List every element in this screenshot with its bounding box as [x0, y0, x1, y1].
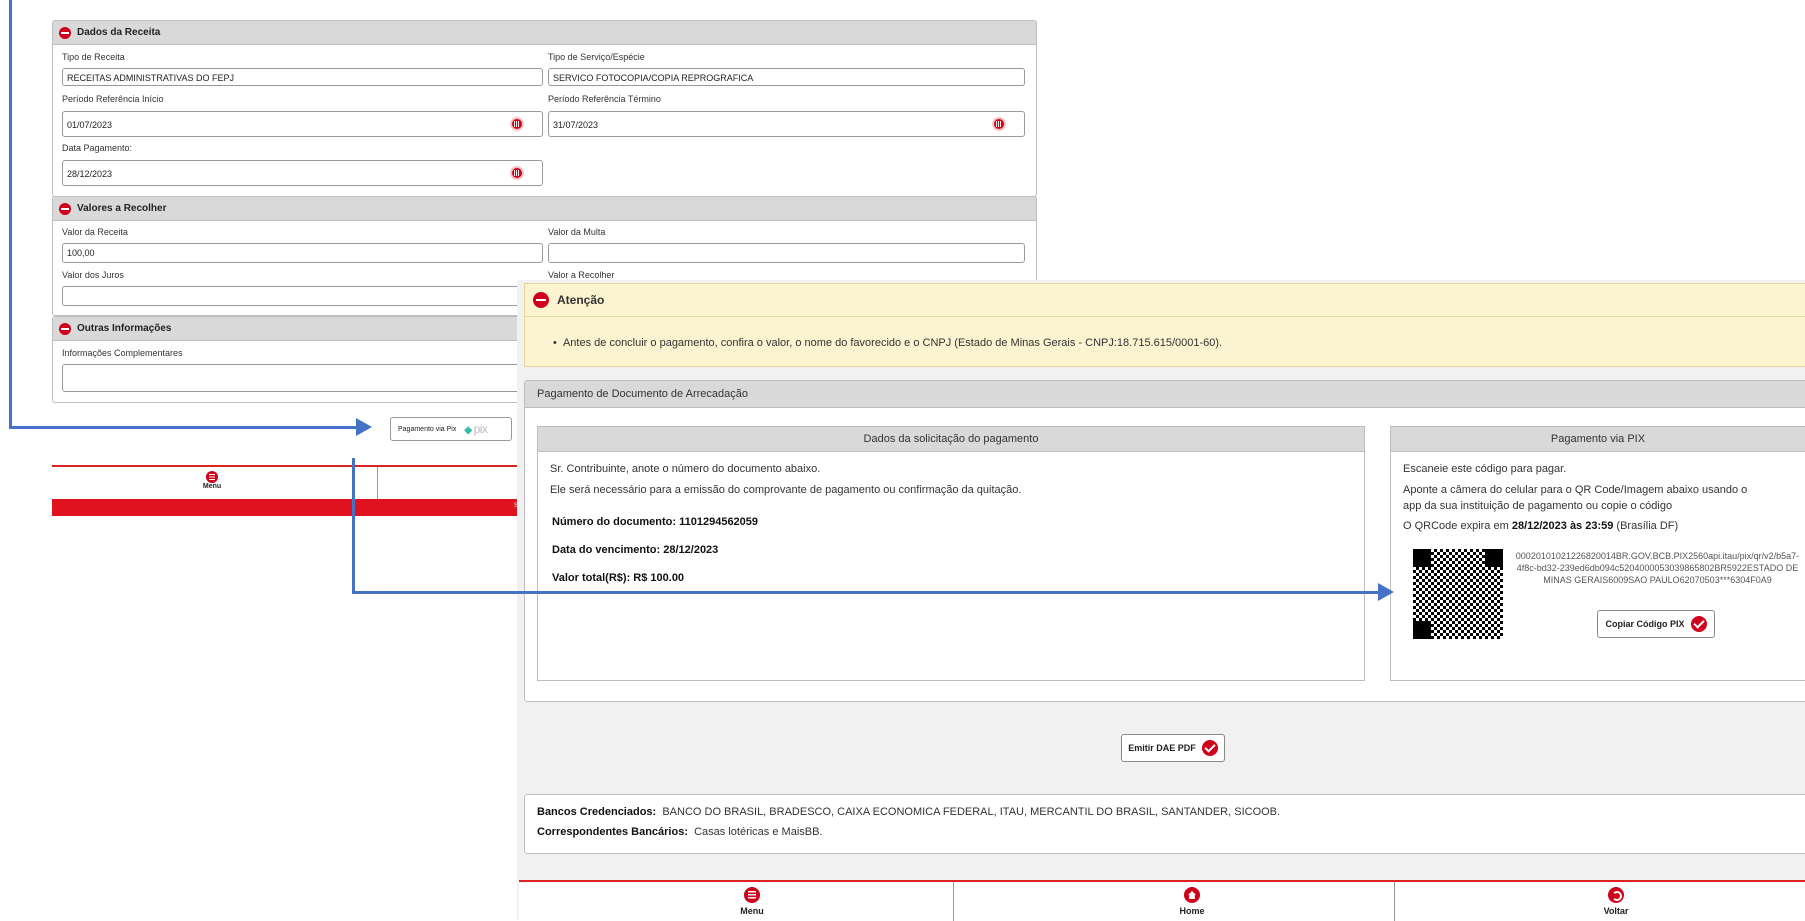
periodo-termino-label: Período Referência Término [548, 94, 661, 104]
dados-receita-header[interactable]: Dados da Receita [53, 21, 1036, 45]
button-label: Copiar Código PIX [1605, 619, 1685, 629]
dados-solicitacao-title: Dados da solicitação do pagamento [538, 427, 1364, 452]
tipo-receita-select[interactable]: RECEITAS ADMINISTRATIVAS DO FEPJ [62, 68, 543, 86]
bottom-nav-bg: Menu [52, 465, 522, 501]
panel-title: Valores a Recolher [77, 203, 167, 214]
data-pagamento-label: Data Pagamento: [62, 143, 133, 153]
arrow-line [352, 458, 355, 593]
bancos-credenciados: Bancos Credenciados: BANCO DO BRASIL, BR… [537, 806, 1281, 818]
back-icon [1608, 887, 1624, 903]
button-label: Pagamento via Pix [398, 425, 457, 433]
info-complementares-label: Informações Complementares [62, 348, 183, 358]
collapse-icon[interactable] [59, 26, 71, 39]
nav-divider [1394, 882, 1395, 921]
arrow-head-icon [356, 418, 372, 436]
periodo-inicio-input[interactable]: 01/07/2023 [62, 111, 543, 137]
data-vencimento: Data do vencimento: 28/12/2023 [552, 544, 719, 556]
valores-header[interactable]: Valores a Recolher [53, 197, 1036, 221]
valor-juros-label: Valor dos Juros [62, 270, 124, 280]
pix-copy-paste-code: 00020101021226820014BR.GOV.BCB.PIX2560ap… [1515, 551, 1800, 585]
bottom-nav: Menu Home Voltar [519, 880, 1805, 921]
qr-code-image [1413, 549, 1503, 639]
check-icon [1690, 616, 1707, 632]
tipo-receita-label: Tipo de Receita [62, 52, 125, 62]
valor-receita-input[interactable]: 100,00 [62, 243, 543, 263]
pix-instruction: Aponte a câmera do celular para o QR Cod… [1403, 484, 1748, 496]
pagamento-pix-button[interactable]: Pagamento via Pix ◆ pix [390, 417, 512, 441]
tipo-servico-label: Tipo de Serviço/Espécie [548, 52, 645, 62]
nav-home[interactable]: Home [1072, 882, 1312, 921]
check-icon [1201, 740, 1218, 756]
pix-instruction: app da sua instituição de pagamento ou c… [1403, 500, 1673, 512]
calendar-icon[interactable] [510, 166, 524, 180]
arrow-line [9, 426, 364, 429]
instruction-line: Sr. Contribuinte, anote o número do docu… [550, 463, 821, 475]
nav-divider [953, 882, 954, 921]
calendar-icon[interactable] [510, 117, 524, 131]
menu-icon [206, 471, 218, 483]
nav-voltar[interactable]: Voltar [1496, 882, 1736, 921]
alert-icon [533, 292, 549, 308]
valor-juros-input[interactable] [62, 286, 543, 306]
data-pagamento-input[interactable]: 28/12/2023 [62, 160, 543, 186]
valor-multa-label: Valor da Multa [548, 227, 606, 237]
nav-divider [377, 467, 378, 501]
bancos-panel: Bancos Credenciados: BANCO DO BRASIL, BR… [524, 794, 1805, 854]
pagamento-header: Pagamento de Documento de Arrecadação [525, 381, 1805, 408]
numero-documento: Número do documento: 1101294562059 [552, 516, 759, 528]
footer-red-bar: SE [52, 499, 522, 516]
arrow-line [352, 591, 1382, 594]
button-label: Emitir DAE PDF [1128, 743, 1196, 753]
nav-menu[interactable]: Menu [632, 882, 872, 921]
panel-title: Dados da Receita [77, 27, 161, 38]
home-icon [1184, 887, 1200, 903]
pix-title: Pagamento via PIX [1391, 427, 1805, 452]
valor-multa-input[interactable] [548, 243, 1025, 263]
panel-title: Outras Informações [77, 323, 172, 334]
emitir-dae-pdf-button[interactable]: Emitir DAE PDF [1121, 734, 1225, 762]
tipo-servico-select[interactable]: SERVICO FOTOCOPIA/COPIA REPROGRAFICA [548, 68, 1025, 86]
instruction-line: Ele será necessário para a emissão do co… [550, 484, 1022, 496]
valor-receita-label: Valor da Receita [62, 227, 128, 237]
info-complementares-input[interactable] [62, 364, 543, 392]
pix-logo-icon: ◆ pix [464, 422, 488, 436]
periodo-termino-input[interactable]: 31/07/2023 [548, 111, 1025, 137]
pix-instruction: Escaneie este código para pagar. [1403, 463, 1567, 475]
atencao-header: Atenção [525, 284, 1805, 317]
calendar-icon[interactable] [992, 117, 1006, 131]
qrcode-expiration: O QRCode expira em 28/12/2023 às 23:59 (… [1403, 520, 1679, 532]
menu-nav-item[interactable]: Menu [152, 471, 272, 490]
valor-recolher-label: Valor a Recolher [548, 270, 615, 280]
copiar-codigo-pix-button[interactable]: Copiar Código PIX [1597, 610, 1715, 638]
arrow-line [9, 0, 12, 428]
atencao-panel: Atenção • Antes de concluir o pagamento,… [524, 283, 1805, 367]
menu-icon [744, 887, 760, 903]
atencao-message: Antes de concluir o pagamento, confira o… [562, 337, 1223, 349]
atencao-message-item: • Antes de concluir o pagamento, confira… [553, 337, 1223, 349]
correspondentes-bancarios: Correspondentes Bancários: Casas lotéric… [537, 826, 823, 838]
collapse-icon[interactable] [59, 322, 71, 335]
arrow-head-icon [1378, 583, 1394, 601]
periodo-inicio-label: Período Referência Início [62, 94, 164, 104]
valor-total: Valor total(R$): R$ 100.00 [552, 572, 685, 584]
atencao-title: Atenção [557, 293, 605, 307]
collapse-icon[interactable] [59, 202, 71, 215]
